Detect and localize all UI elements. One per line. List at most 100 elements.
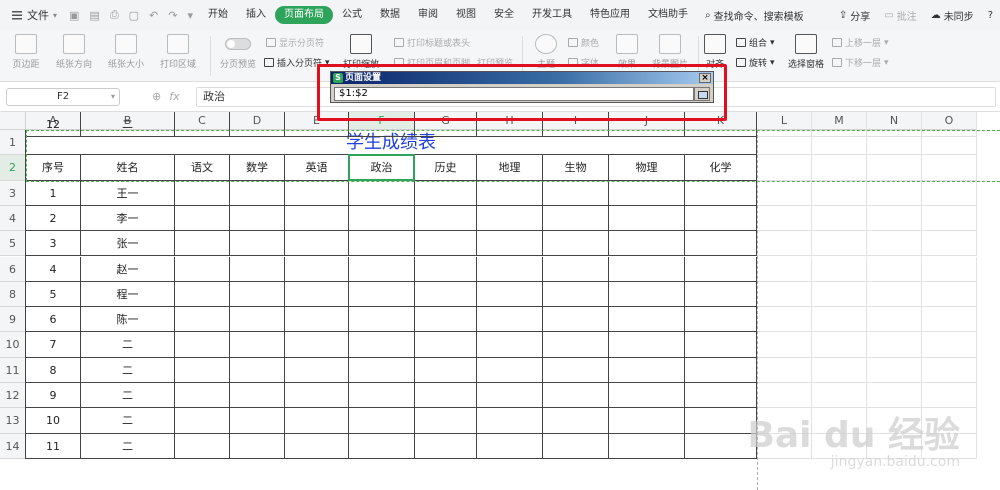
table-cell[interactable] <box>922 383 977 409</box>
table-cell[interactable] <box>349 205 415 232</box>
zoom-icon[interactable]: ⊕ <box>152 90 161 103</box>
tab-doc-assistant[interactable]: 文档助手 <box>639 6 697 24</box>
table-cell[interactable] <box>867 357 922 383</box>
row-header[interactable]: 6 <box>0 256 26 282</box>
table-cell[interactable] <box>685 231 757 257</box>
table-cell[interactable] <box>867 180 922 206</box>
table-cell[interactable]: 程一 <box>81 281 175 308</box>
table-cell[interactable] <box>867 231 922 257</box>
row-header[interactable]: 13 <box>0 408 26 434</box>
header-cell[interactable]: 历史 <box>415 155 477 181</box>
table-cell[interactable] <box>285 205 349 232</box>
colors-button[interactable]: 颜色 <box>568 36 599 49</box>
table-cell[interactable] <box>285 433 349 459</box>
table-cell[interactable] <box>812 180 867 206</box>
table-cell[interactable] <box>230 383 285 409</box>
table-cell[interactable] <box>685 307 757 333</box>
table-cell[interactable] <box>685 205 757 232</box>
help-button[interactable]: ? <box>981 10 1000 21</box>
page-break-preview-button[interactable]: 分页预览 <box>216 34 260 70</box>
align-button[interactable]: 对齐 <box>700 34 730 70</box>
header-cell[interactable]: 物理 <box>609 155 685 181</box>
table-cell[interactable] <box>285 332 349 358</box>
print-titles-button[interactable]: 打印标题或表头 <box>394 36 470 49</box>
table-cell[interactable] <box>477 180 543 206</box>
table-cell[interactable]: 二 <box>81 357 175 383</box>
print-area-button[interactable]: 打印区域 <box>156 34 200 70</box>
table-cell[interactable] <box>349 332 415 358</box>
table-cell[interactable]: 王一 <box>81 180 175 206</box>
table-cell[interactable] <box>812 357 867 383</box>
table-cell[interactable] <box>922 332 977 358</box>
table-cell[interactable] <box>285 281 349 308</box>
row-header[interactable]: 12 <box>0 383 26 409</box>
table-cell[interactable] <box>757 256 812 282</box>
table-cell[interactable]: 二 <box>81 112 175 138</box>
row-header[interactable]: 5 <box>0 231 26 257</box>
table-cell[interactable] <box>685 112 757 138</box>
print-header-footer-button[interactable]: 打印页眉和页脚 打印预览 <box>394 56 513 69</box>
table-cell[interactable] <box>609 433 685 459</box>
table-cell[interactable] <box>349 112 415 138</box>
table-cell[interactable]: 二 <box>81 433 175 459</box>
table-cell[interactable] <box>867 112 922 138</box>
table-cell[interactable] <box>922 180 977 206</box>
table-cell[interactable] <box>415 205 477 232</box>
orientation-button[interactable]: 纸张方向 <box>52 34 96 70</box>
table-cell[interactable] <box>543 433 609 459</box>
table-cell[interactable] <box>812 383 867 409</box>
tab-data[interactable]: 数据 <box>371 6 409 24</box>
table-cell[interactable] <box>477 332 543 358</box>
table-cell[interactable]: 7 <box>26 332 81 358</box>
table-cell[interactable] <box>477 307 543 333</box>
table-cell[interactable] <box>477 433 543 459</box>
table-cell[interactable] <box>609 332 685 358</box>
table-cell[interactable] <box>230 433 285 459</box>
table-cell[interactable] <box>812 281 867 308</box>
header-cell[interactable]: 生物 <box>543 155 609 181</box>
save-icon[interactable]: ▣ <box>69 9 79 22</box>
comment-button[interactable]: ▭ 批注 <box>877 8 923 23</box>
table-cell[interactable] <box>685 357 757 383</box>
table-cell[interactable] <box>867 205 922 232</box>
paper-size-button[interactable]: 纸张大小 <box>104 34 148 70</box>
row-header[interactable]: 2 <box>0 155 26 181</box>
table-cell[interactable] <box>349 307 415 333</box>
row-header[interactable]: 11 <box>0 357 26 383</box>
table-cell[interactable] <box>175 307 230 333</box>
table-cell[interactable] <box>349 357 415 383</box>
table-cell[interactable]: 陈一 <box>81 307 175 333</box>
fx-label[interactable]: fx <box>169 90 179 103</box>
table-cell[interactable]: 3 <box>26 231 81 257</box>
table-cell[interactable] <box>230 180 285 206</box>
table-cell[interactable] <box>285 256 349 282</box>
table-cell[interactable] <box>812 256 867 282</box>
table-cell[interactable] <box>415 231 477 257</box>
table-cell[interactable] <box>230 205 285 232</box>
table-cell[interactable] <box>543 281 609 308</box>
table-cell[interactable] <box>415 408 477 434</box>
send-backward-button[interactable]: 下移一层 ▾ <box>832 56 889 69</box>
table-cell[interactable]: 二 <box>81 332 175 358</box>
table-cell[interactable] <box>230 408 285 434</box>
table-cell[interactable] <box>867 383 922 409</box>
customize-icon[interactable]: ▾ <box>187 9 193 22</box>
table-cell[interactable] <box>175 433 230 459</box>
table-cell[interactable] <box>543 180 609 206</box>
table-cell[interactable] <box>175 357 230 383</box>
header-cell[interactable]: 序号 <box>26 155 81 181</box>
row-header[interactable]: 14 <box>0 433 26 459</box>
table-cell[interactable]: 8 <box>26 357 81 383</box>
tab-review[interactable]: 审阅 <box>409 6 447 24</box>
header-cell[interactable]: 姓名 <box>81 155 175 181</box>
table-cell[interactable] <box>175 205 230 232</box>
table-cell[interactable] <box>757 383 812 409</box>
table-cell[interactable] <box>477 408 543 434</box>
table-cell[interactable] <box>922 231 977 257</box>
table-cell[interactable] <box>543 332 609 358</box>
table-cell[interactable] <box>685 281 757 308</box>
table-cell[interactable]: 5 <box>26 281 81 308</box>
tab-formulas[interactable]: 公式 <box>333 6 371 24</box>
table-cell[interactable]: 9 <box>26 383 81 409</box>
export-icon[interactable]: ▤ <box>89 9 99 22</box>
